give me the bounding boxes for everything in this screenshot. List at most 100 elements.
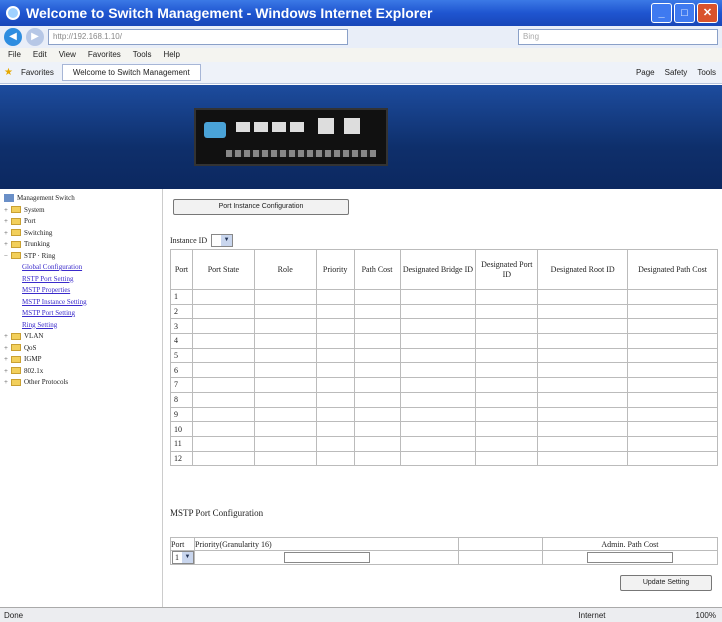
- favorites-star-icon: ★: [4, 67, 13, 78]
- tree-item-8021x[interactable]: +802.1x: [0, 366, 162, 378]
- table-row: 3: [170, 318, 718, 335]
- zoom-level[interactable]: 100%: [696, 611, 716, 620]
- tree-item-switching[interactable]: + Switching: [0, 228, 162, 240]
- col-designated-port-id: Designated Port ID: [475, 249, 539, 290]
- table-row: 6: [170, 362, 718, 379]
- folder-icon: [11, 240, 21, 248]
- port-icon: [272, 122, 286, 132]
- folder-icon: [11, 344, 21, 352]
- port-icon: [254, 122, 268, 132]
- maximize-button[interactable]: □: [674, 3, 695, 23]
- page-menu[interactable]: Page: [636, 68, 655, 77]
- port-select[interactable]: 1 ▼: [172, 551, 194, 564]
- tree-link-global-configuration[interactable]: Global Configuration: [0, 262, 162, 274]
- window-title: Welcome to Switch Management - Windows I…: [26, 5, 433, 21]
- folder-icon: [11, 378, 21, 386]
- folder-icon: [11, 355, 21, 363]
- menu-favorites[interactable]: Favorites: [88, 48, 121, 62]
- table-row: 8: [170, 391, 718, 408]
- cfg-admin-cost-header: Admin. Path Cost: [541, 537, 719, 551]
- cfg-port-header: Port: [170, 537, 195, 551]
- tree-item-qos[interactable]: + QoS: [0, 343, 162, 355]
- menu-edit[interactable]: Edit: [33, 48, 47, 62]
- table-row: 10: [170, 421, 718, 437]
- port-icon: [290, 122, 304, 132]
- admin-path-cost-input[interactable]: [586, 552, 673, 563]
- col-designated-root-id: Designated Root ID: [537, 249, 629, 290]
- table-row: 1: [170, 289, 718, 305]
- tree-item-stp-ring[interactable]: − STP · Ring: [0, 251, 162, 263]
- port-icon: [236, 122, 250, 132]
- chevron-down-icon: ▼: [182, 552, 193, 563]
- port-led-strip: [226, 150, 376, 157]
- close-button[interactable]: ✕: [697, 3, 718, 23]
- col-designated-path-cost: Designated Path Cost: [627, 249, 718, 290]
- folder-icon: [11, 367, 21, 375]
- tree-item-port[interactable]: + Port: [0, 216, 162, 228]
- tree-link-mstp-instance-setting[interactable]: MSTP Instance Setting: [0, 297, 162, 309]
- tools-menu[interactable]: Tools: [697, 68, 716, 77]
- menu-file[interactable]: File: [8, 48, 21, 62]
- status-text: Done: [4, 610, 24, 620]
- console-port-icon: [204, 122, 226, 138]
- instance-id-row: Instance ID ▼: [170, 234, 234, 247]
- table-row: 5: [170, 347, 718, 364]
- header-banner: [0, 85, 722, 189]
- menu-view[interactable]: View: [59, 48, 76, 62]
- tree-item-trunking[interactable]: + Trunking: [0, 239, 162, 251]
- sfp-port-icon: [344, 118, 360, 134]
- col-path-cost: Path Cost: [353, 249, 401, 290]
- tree-link-rstp-port-setting[interactable]: RSTP Port Setting: [0, 274, 162, 286]
- minimize-button[interactable]: _: [651, 3, 672, 23]
- col-designated-bridge-id: Designated Bridge ID: [399, 249, 477, 290]
- tree-item-system[interactable]: + System: [0, 205, 162, 217]
- port-instance-configuration-button[interactable]: Port Instance Configuration: [173, 199, 349, 215]
- browser-tab[interactable]: Welcome to Switch Management: [61, 64, 201, 81]
- ie-logo-icon: [6, 6, 20, 20]
- chevron-down-icon: ▼: [221, 235, 233, 246]
- window-title-bar: Welcome to Switch Management - Windows I…: [0, 0, 722, 26]
- table-row: 7: [170, 377, 718, 393]
- address-input[interactable]: http://192.168.1.10/: [48, 29, 348, 45]
- tree-item-igmp[interactable]: + IGMP: [0, 354, 162, 366]
- favorites-button[interactable]: Favorites: [21, 68, 54, 77]
- port-status-table: Port Port State Role Priority Path Cost …: [170, 249, 718, 467]
- col-priority: Priority: [315, 249, 355, 290]
- menu-help[interactable]: Help: [163, 48, 179, 62]
- mstp-port-configuration-title: MSTP Port Configuration: [170, 508, 264, 518]
- tree-link-mstp-port-setting[interactable]: MSTP Port Setting: [0, 308, 162, 320]
- tree-item-other-protocols[interactable]: + Other Protocols: [0, 377, 162, 389]
- priority-input[interactable]: [283, 552, 370, 563]
- table-row: 9: [170, 406, 718, 423]
- instance-id-select[interactable]: ▼: [211, 234, 234, 247]
- tree-link-mstp-properties[interactable]: MSTP Properties: [0, 285, 162, 297]
- update-setting-button[interactable]: Update Setting: [620, 575, 712, 591]
- favorites-bar: ★ Favorites Welcome to Switch Management…: [0, 62, 722, 84]
- navigation-tree: Management Switch + System + Port + Switchi…: [0, 189, 163, 607]
- tree-item-vlan[interactable]: + VLAN: [0, 331, 162, 343]
- table-row: 12: [170, 450, 718, 467]
- safety-menu[interactable]: Safety: [665, 68, 688, 77]
- forward-button[interactable]: ▶: [26, 28, 44, 46]
- menu-tools[interactable]: Tools: [133, 48, 152, 62]
- computer-icon: [4, 194, 14, 203]
- col-role: Role: [253, 249, 317, 290]
- instance-id-label: Instance ID: [170, 236, 208, 245]
- search-input[interactable]: Bing: [518, 29, 718, 45]
- table-row: 2: [170, 303, 718, 320]
- open-folder-icon: [11, 252, 21, 260]
- tree-link-ring-setting[interactable]: Ring Setting: [0, 320, 162, 332]
- folder-icon: [11, 332, 21, 340]
- mstp-port-config-table: Port Priority(Granularity 16) Admin. Pat…: [170, 537, 719, 565]
- cfg-priority-header: Priority(Granularity 16): [193, 537, 460, 551]
- col-port-state: Port State: [191, 249, 255, 290]
- sfp-port-icon: [318, 118, 334, 134]
- folder-icon: [11, 217, 21, 225]
- col-port: Port: [170, 249, 193, 290]
- tree-root[interactable]: Management Switch: [0, 193, 162, 205]
- address-toolbar: ◀ ▶ http://192.168.1.10/ Bing: [0, 26, 722, 48]
- folder-icon: [11, 229, 21, 237]
- back-button[interactable]: ◀: [4, 28, 22, 46]
- table-row: 4: [170, 333, 718, 349]
- security-zone: Internet: [578, 610, 606, 620]
